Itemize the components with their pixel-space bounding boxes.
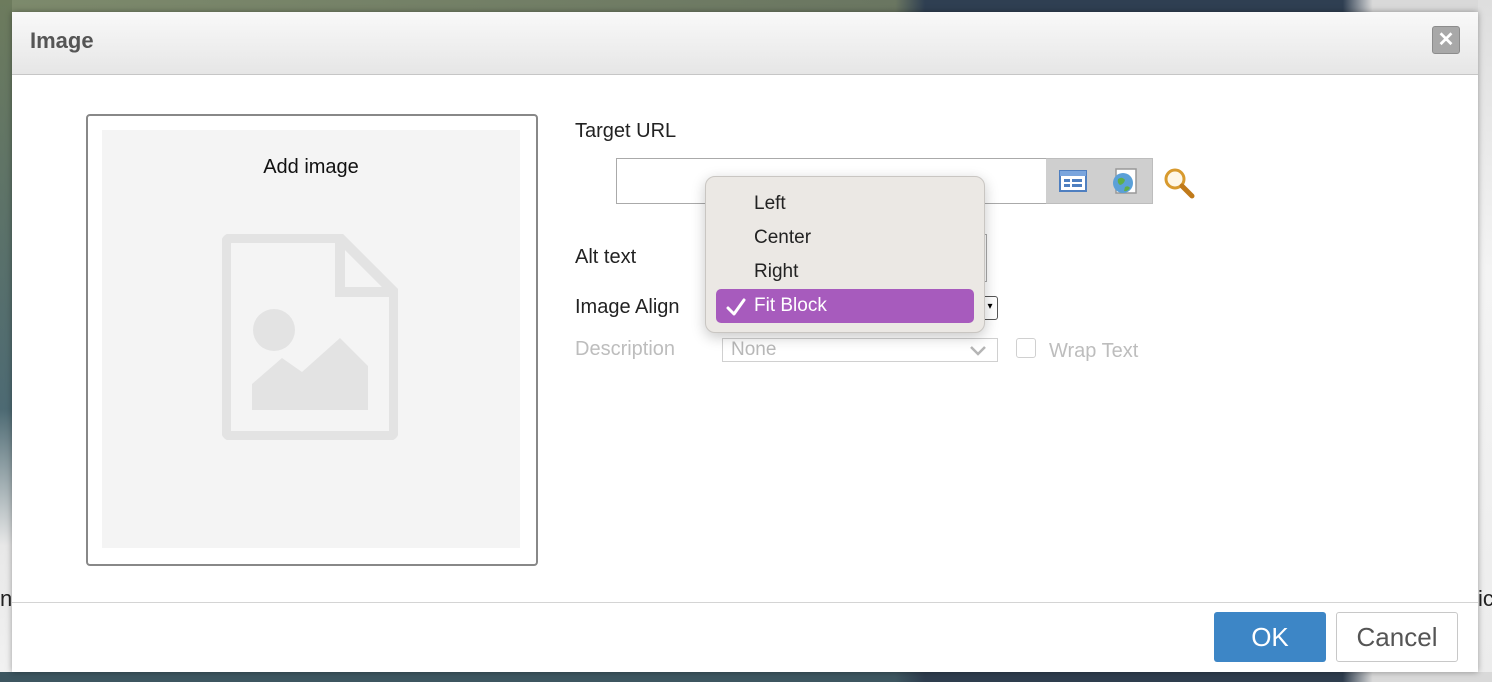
footer-divider — [12, 602, 1478, 603]
checkmark-icon — [726, 298, 746, 316]
globe-icon — [1113, 168, 1137, 194]
close-icon: ✕ — [1437, 29, 1455, 51]
menu-item-left[interactable]: Left — [716, 187, 974, 221]
wrap-text-checkbox[interactable] — [1016, 338, 1036, 358]
cancel-button[interactable]: Cancel — [1336, 612, 1458, 662]
image-dialog: Image ✕ Add image Target URL Alt text Im… — [12, 12, 1478, 672]
browse-list-button[interactable] — [1058, 167, 1088, 195]
image-placeholder-icon — [222, 234, 398, 440]
background-text-right: ic — [1478, 586, 1492, 611]
add-image-label: Add image — [263, 156, 359, 178]
ok-button[interactable]: OK — [1214, 612, 1326, 662]
menu-item-right[interactable]: Right — [716, 255, 974, 289]
browse-list-icon — [1059, 170, 1087, 192]
chevron-down-icon: ▾ — [987, 301, 993, 312]
description-select-value: None — [731, 339, 777, 360]
description-label: Description — [575, 338, 676, 360]
chevron-down-icon — [970, 346, 986, 356]
menu-item-fit-block[interactable]: Fit Block — [716, 289, 974, 323]
dialog-title: Image — [30, 28, 94, 53]
image-drop-area[interactable]: Add image — [86, 114, 538, 566]
alt-text-label: Alt text — [575, 246, 637, 268]
close-button[interactable]: ✕ — [1432, 26, 1460, 54]
description-select[interactable]: None — [722, 338, 998, 362]
search-button[interactable] — [1162, 166, 1196, 200]
search-icon — [1164, 168, 1195, 199]
menu-item-center[interactable]: Center — [716, 221, 974, 255]
url-button-group — [1046, 158, 1153, 204]
image-align-dropdown-menu: Left Center Right Fit Block — [705, 176, 985, 333]
image-align-label: Image Align — [575, 296, 680, 318]
dialog-titlebar: Image ✕ — [12, 12, 1478, 75]
wrap-text-label: Wrap Text — [1049, 340, 1139, 362]
web-link-button[interactable] — [1110, 167, 1140, 195]
target-url-label: Target URL — [575, 120, 677, 142]
background-text-left: n — [0, 586, 13, 611]
